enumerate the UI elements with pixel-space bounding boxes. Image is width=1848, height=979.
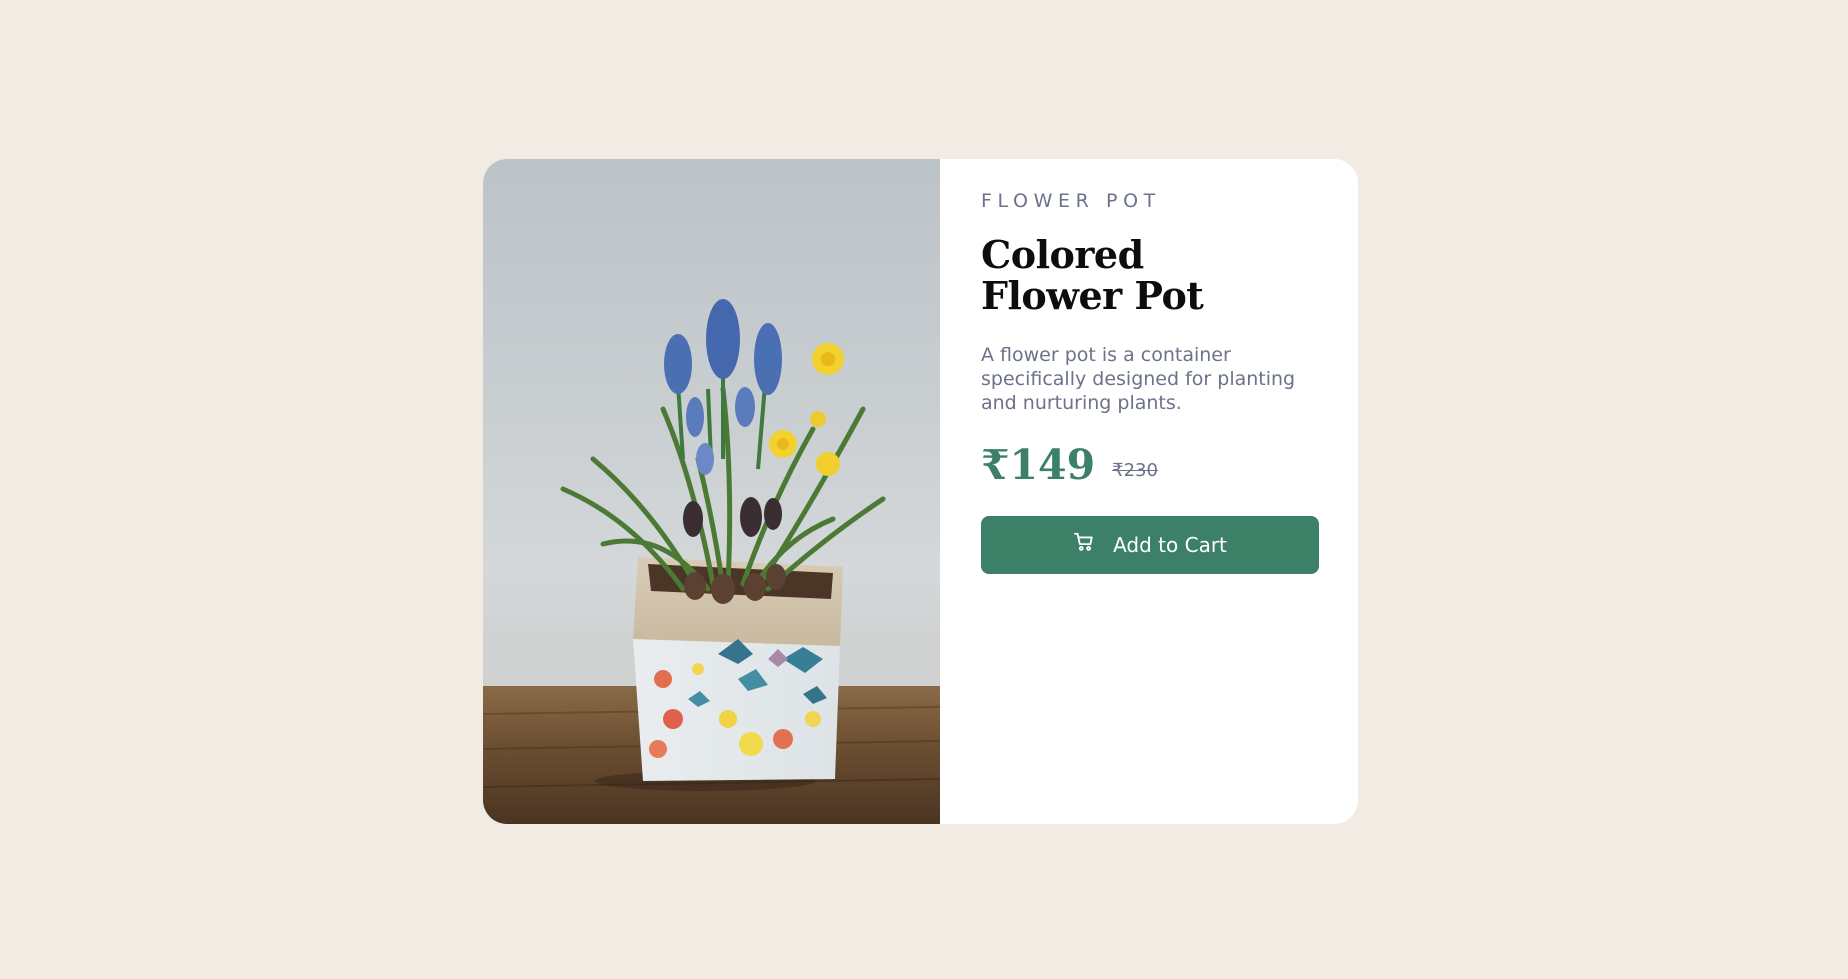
cart-icon <box>1073 531 1095 553</box>
product-image <box>483 159 940 824</box>
add-to-cart-button[interactable]: Add to Cart <box>981 516 1319 574</box>
price-row: ₹149 ₹230 <box>981 442 1319 488</box>
product-title: Colored Flower Pot <box>981 232 1204 318</box>
product-details: FLOWER POT Colored Flower Pot A flower p… <box>940 159 1358 824</box>
flower-pot-illustration <box>483 299 940 824</box>
product-card: FLOWER POT Colored Flower Pot A flower p… <box>483 159 1358 824</box>
product-category: FLOWER POT <box>981 190 1161 212</box>
add-to-cart-label: Add to Cart <box>1113 533 1227 557</box>
original-price: ₹230 <box>1112 460 1158 481</box>
current-price: ₹149 <box>981 440 1096 489</box>
product-description: A flower pot is a container specifically… <box>981 344 1296 414</box>
